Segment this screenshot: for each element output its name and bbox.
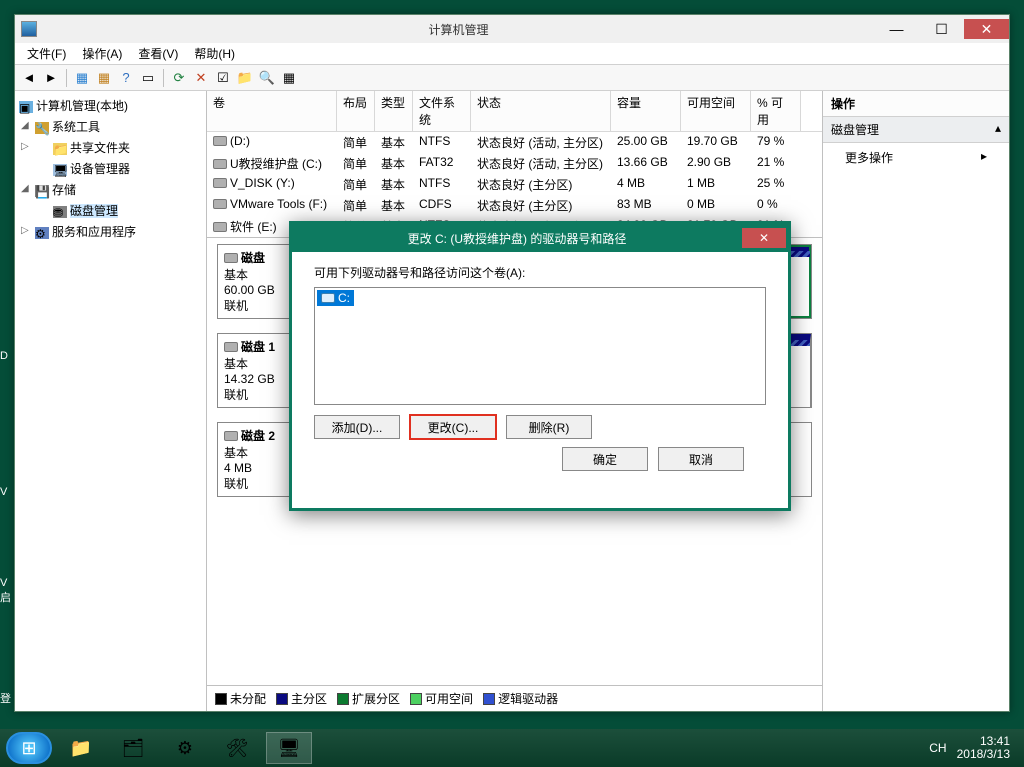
toolbar-icon[interactable]: ✕	[191, 68, 211, 88]
dialog-title: 更改 C: (U教授维护盘) 的驱动器号和路径	[292, 230, 742, 247]
actions-more[interactable]: 更多操作▸	[823, 143, 1009, 172]
header-type[interactable]: 类型	[375, 91, 413, 131]
toolbar-icon[interactable]: 📁	[235, 68, 255, 88]
add-button[interactable]: 添加(D)...	[314, 415, 400, 439]
tree-services[interactable]: ▷⚙服务和应用程序	[19, 221, 202, 242]
table-row[interactable]: V_DISK (Y:)简单基本NTFS状态良好 (主分区)4 MB1 MB25 …	[207, 174, 822, 195]
tree-disk-management[interactable]: ⛃磁盘管理	[19, 200, 202, 221]
cancel-button[interactable]: 取消	[658, 447, 744, 471]
menu-file[interactable]: 文件(F)	[19, 45, 74, 62]
menubar: 文件(F) 操作(A) 查看(V) 帮助(H)	[15, 43, 1009, 65]
forward-icon[interactable]: ►	[41, 68, 61, 88]
tree-device-manager[interactable]: 🖥设备管理器	[19, 158, 202, 179]
side-marker: V 启	[0, 577, 11, 605]
toolbar-icon[interactable]: ☑	[213, 68, 233, 88]
window-title: 计算机管理	[43, 21, 874, 38]
chevron-right-icon: ▸	[981, 149, 987, 166]
header-status[interactable]: 状态	[471, 91, 611, 131]
app-icon	[21, 21, 37, 37]
collapse-icon: ▴	[995, 121, 1001, 138]
start-button[interactable]: ⊞	[6, 732, 52, 764]
actions-header: 操作	[823, 91, 1009, 117]
toolbar: ◄ ► ▦ ▦ ? ▭ ⟳ ✕ ☑ 📁 🔍 ▦	[15, 65, 1009, 91]
refresh-icon[interactable]: ⟳	[169, 68, 189, 88]
maximize-button[interactable]: ☐	[919, 19, 964, 39]
header-free[interactable]: 可用空间	[681, 91, 751, 131]
side-marker: D	[0, 350, 8, 362]
toolbar-icon[interactable]: ▦	[94, 68, 114, 88]
dialog-close-button[interactable]: ✕	[742, 228, 786, 248]
toolbar-icon[interactable]: 🔍	[257, 68, 277, 88]
tree-root[interactable]: ▣计算机管理(本地)	[19, 95, 202, 116]
header-pct[interactable]: % 可用	[751, 91, 801, 131]
menu-action[interactable]: 操作(A)	[74, 45, 130, 62]
table-row[interactable]: (D:)简单基本NTFS状态良好 (活动, 主分区)25.00 GB19.70 …	[207, 132, 822, 153]
drive-paths-list[interactable]: C:	[314, 287, 766, 405]
list-item[interactable]: C:	[317, 290, 354, 306]
table-row[interactable]: U教授维护盘 (C:)简单基本FAT32状态良好 (活动, 主分区)13.66 …	[207, 153, 822, 174]
help-icon[interactable]: ?	[116, 68, 136, 88]
menu-help[interactable]: 帮助(H)	[186, 45, 243, 62]
tree-system-tools[interactable]: ◢🔧系统工具	[19, 116, 202, 137]
taskbar-item[interactable]: 🛠	[214, 732, 260, 764]
lang-indicator[interactable]: CH	[929, 741, 946, 755]
actions-section[interactable]: 磁盘管理▴	[823, 117, 1009, 143]
dialog-titlebar: 更改 C: (U教授维护盘) 的驱动器号和路径 ✕	[292, 224, 788, 252]
taskbar-item[interactable]: 📁	[58, 732, 104, 764]
minimize-button[interactable]: —	[874, 19, 919, 39]
tree-shared-folders[interactable]: ▷📁共享文件夹	[19, 137, 202, 158]
table-row[interactable]: VMware Tools (F:)简单基本CDFS状态良好 (主分区)83 MB…	[207, 195, 822, 216]
tree-pane: ▣计算机管理(本地) ◢🔧系统工具 ▷📁共享文件夹 🖥设备管理器 ◢💾存储 ⛃磁…	[15, 91, 207, 711]
legend: 未分配 主分区 扩展分区 可用空间 逻辑驱动器	[207, 685, 822, 711]
toolbar-icon[interactable]: ▦	[72, 68, 92, 88]
taskbar-item[interactable]: ⚙	[162, 732, 208, 764]
remove-button[interactable]: 删除(R)	[506, 415, 592, 439]
header-layout[interactable]: 布局	[337, 91, 375, 131]
header-volume[interactable]: 卷	[207, 91, 337, 131]
change-drive-letter-dialog: 更改 C: (U教授维护盘) 的驱动器号和路径 ✕ 可用下列驱动器号和路径访问这…	[289, 221, 791, 511]
menu-view[interactable]: 查看(V)	[130, 45, 186, 62]
side-marker: 登	[0, 690, 11, 706]
volume-table: 卷 布局 类型 文件系统 状态 容量 可用空间 % 可用 (D:)简单基本NTF…	[207, 91, 822, 238]
toolbar-icon[interactable]: ▦	[279, 68, 299, 88]
ok-button[interactable]: 确定	[562, 447, 648, 471]
taskbar-item-active[interactable]: 🖥	[266, 732, 312, 764]
system-tray: CH 13:41 2018/3/13	[929, 735, 1018, 761]
table-header: 卷 布局 类型 文件系统 状态 容量 可用空间 % 可用	[207, 91, 822, 132]
dialog-label: 可用下列驱动器号和路径访问这个卷(A):	[314, 264, 766, 281]
taskbar: ⊞ 📁 🗂 ⚙ 🛠 🖥 CH 13:41 2018/3/13	[0, 729, 1024, 767]
taskbar-item[interactable]: 🗂	[110, 732, 156, 764]
toolbar-icon[interactable]: ▭	[138, 68, 158, 88]
close-button[interactable]: ✕	[964, 19, 1009, 39]
header-fs[interactable]: 文件系统	[413, 91, 471, 131]
titlebar: 计算机管理 — ☐ ✕	[15, 15, 1009, 43]
clock[interactable]: 13:41 2018/3/13	[957, 735, 1010, 761]
back-icon[interactable]: ◄	[19, 68, 39, 88]
actions-pane: 操作 磁盘管理▴ 更多操作▸	[823, 91, 1009, 711]
change-button[interactable]: 更改(C)...	[410, 415, 496, 439]
header-capacity[interactable]: 容量	[611, 91, 681, 131]
tree-storage[interactable]: ◢💾存储	[19, 179, 202, 200]
side-marker: V	[0, 486, 7, 498]
